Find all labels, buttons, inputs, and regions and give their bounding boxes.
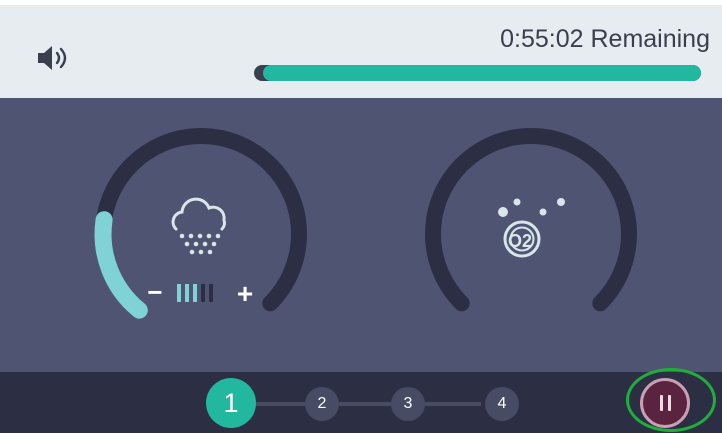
oxygen-knob-hit-area[interactable] xyxy=(425,128,637,340)
control-panel: − + O2 xyxy=(0,98,722,372)
step-navigation: 1 2 3 4 xyxy=(0,368,722,433)
pause-button[interactable] xyxy=(640,378,690,428)
step-3[interactable]: 3 xyxy=(391,387,425,421)
step-4[interactable]: 4 xyxy=(485,387,519,421)
step-2[interactable]: 2 xyxy=(305,387,339,421)
header-bar: 0:55:02 Remaining xyxy=(0,5,722,98)
speaker-volume-icon[interactable] xyxy=(36,43,70,73)
progress-fill xyxy=(262,65,701,81)
time-remaining: 0:55:02 Remaining xyxy=(500,25,710,53)
mist-knob-hit-area[interactable] xyxy=(95,128,307,340)
pause-icon-bar xyxy=(668,395,671,411)
step-1[interactable]: 1 xyxy=(206,378,256,428)
pause-icon xyxy=(660,395,663,411)
progress-bar xyxy=(254,65,701,81)
step-connector xyxy=(339,402,391,406)
step-connector xyxy=(425,402,481,406)
step-connector xyxy=(255,402,305,406)
